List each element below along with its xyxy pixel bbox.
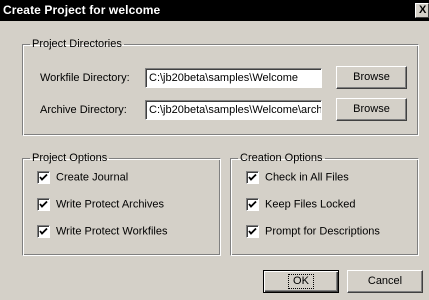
workfile-directory-label: Workfile Directory: xyxy=(40,72,130,84)
archive-browse-button[interactable]: Browse xyxy=(336,98,407,121)
create-journal-checkbox[interactable]: Create Journal xyxy=(37,171,128,184)
window-title: Create Project for welcome xyxy=(3,3,161,17)
checkbox-label: Write Protect Archives xyxy=(56,198,164,211)
close-button[interactable]: X xyxy=(415,3,429,18)
workfile-browse-button[interactable]: Browse xyxy=(336,66,407,89)
project-directories-legend: Project Directories xyxy=(32,38,122,50)
checkbox-label: Prompt for Descriptions xyxy=(265,225,380,238)
checkmark-icon xyxy=(248,173,257,181)
cancel-button[interactable]: Cancel xyxy=(347,270,423,293)
checkmark-icon xyxy=(39,227,48,235)
archive-directory-label: Archive Directory: xyxy=(40,104,127,116)
checkbox-box[interactable] xyxy=(37,171,50,184)
checkbox-label: Create Journal xyxy=(56,171,129,184)
check-in-all-files-checkbox[interactable]: Check in All Files xyxy=(246,171,349,184)
write-protect-archives-checkbox[interactable]: Write Protect Archives xyxy=(37,198,164,211)
checkbox-box[interactable] xyxy=(37,198,50,211)
write-protect-workfiles-checkbox[interactable]: Write Protect Workfiles xyxy=(37,225,167,238)
close-icon: X xyxy=(419,4,427,16)
checkmark-icon xyxy=(39,173,48,181)
checkbox-box[interactable] xyxy=(246,198,259,211)
title-bar[interactable]: Create Project for welcome X xyxy=(0,0,429,21)
project-options-legend: Project Options xyxy=(32,152,108,164)
checkbox-label: Keep Files Locked xyxy=(265,198,356,211)
checkmark-icon xyxy=(39,200,48,208)
checkbox-box[interactable] xyxy=(37,225,50,238)
ok-button[interactable]: OK xyxy=(263,270,339,293)
creation-options-legend: Creation Options xyxy=(240,152,323,164)
checkbox-label: Check in All Files xyxy=(265,171,349,184)
checkbox-box[interactable] xyxy=(246,225,259,238)
checkmark-icon xyxy=(248,200,257,208)
prompt-for-descriptions-checkbox[interactable]: Prompt for Descriptions xyxy=(246,225,380,238)
keep-files-locked-checkbox[interactable]: Keep Files Locked xyxy=(246,198,356,211)
checkbox-label: Write Protect Workfiles xyxy=(56,225,168,238)
ok-button-label: OK xyxy=(288,274,314,289)
archive-directory-input[interactable]: C:\jb20beta\samples\Welcome\archi xyxy=(145,100,322,120)
checkmark-icon xyxy=(248,227,257,235)
workfile-directory-input[interactable]: C:\jb20beta\samples\Welcome xyxy=(145,68,322,88)
checkbox-box[interactable] xyxy=(246,171,259,184)
